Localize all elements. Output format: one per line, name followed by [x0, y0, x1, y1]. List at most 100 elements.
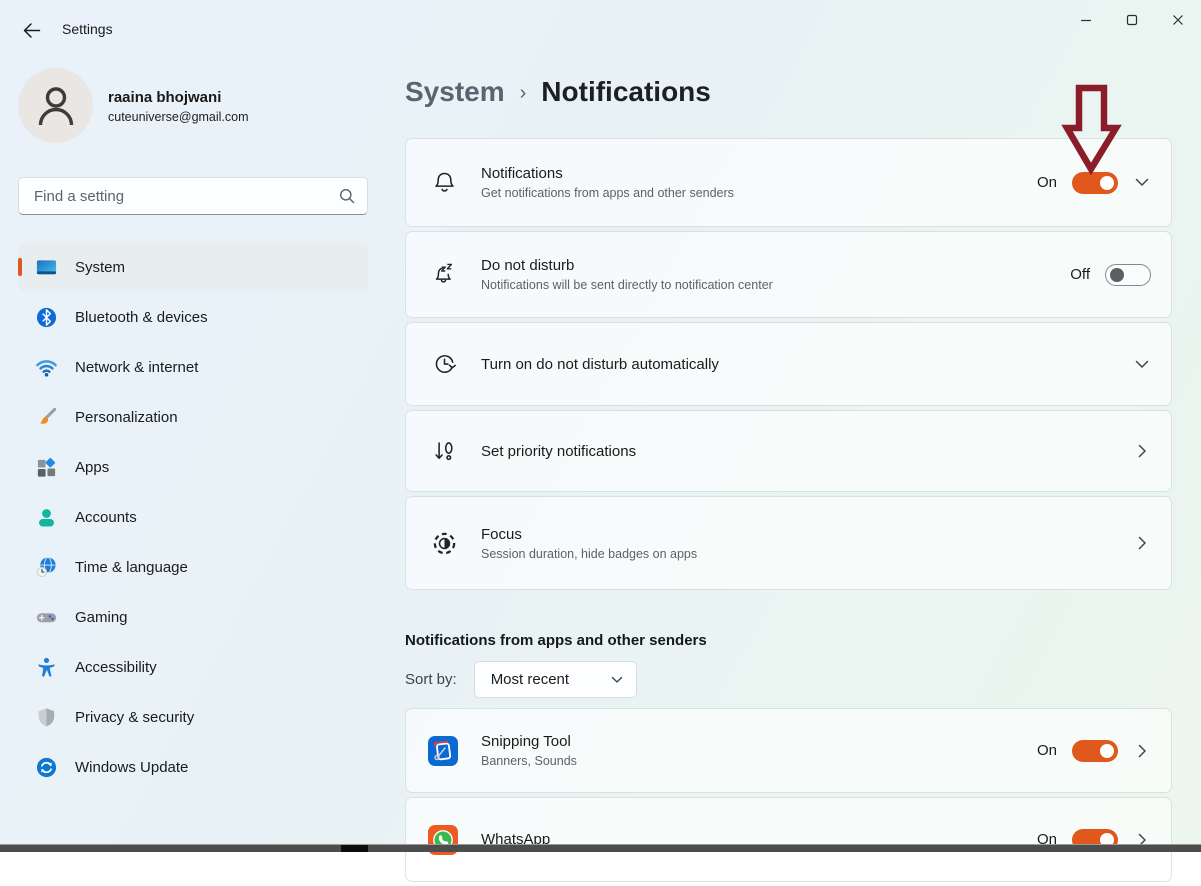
card-title: Focus — [481, 526, 697, 543]
card-title: Notifications — [481, 165, 734, 182]
card-priority-notifications[interactable]: Set priority notifications — [405, 410, 1172, 492]
app-subtitle: Banners, Sounds — [481, 754, 577, 768]
toggle-state-label: On — [1037, 174, 1057, 191]
sidebar-item-label: Accounts — [75, 509, 137, 526]
toggle-knob — [1100, 176, 1114, 190]
notifications-toggle[interactable] — [1072, 172, 1118, 194]
selected-accent-bar — [18, 258, 22, 276]
bell-sleep-icon — [430, 261, 458, 288]
sidebar-item-accounts[interactable]: Accounts — [18, 493, 368, 541]
bell-icon — [430, 169, 458, 196]
chevron-right-icon[interactable] — [1133, 444, 1151, 458]
card-focus[interactable]: Focus Session duration, hide badges on a… — [405, 496, 1172, 590]
time-language-icon — [34, 555, 58, 579]
close-icon — [1172, 14, 1184, 26]
priority-notifications-icon — [430, 438, 458, 465]
focus-icon — [430, 530, 458, 557]
sort-dropdown[interactable]: Most recent — [474, 661, 637, 698]
sidebar-item-bluetooth-devices[interactable]: Bluetooth & devices — [18, 293, 368, 341]
sidebar-item-label: Accessibility — [75, 659, 157, 676]
card-title: Do not disturb — [481, 257, 773, 274]
title-bar: Settings — [0, 0, 1201, 46]
sidebar-item-label: Apps — [75, 459, 109, 476]
chevron-right-icon[interactable] — [1133, 744, 1151, 758]
personalization-icon — [34, 405, 58, 429]
toggle-state-label: On — [1037, 742, 1057, 759]
window-controls — [1063, 0, 1201, 40]
person-icon — [36, 85, 76, 127]
toggle-state-label: Off — [1070, 266, 1090, 283]
snipping-tool-icon — [428, 736, 458, 766]
accounts-icon — [34, 505, 58, 529]
chevron-right-icon[interactable] — [1133, 536, 1151, 550]
app-title: Settings — [62, 21, 113, 37]
settings-window: Settings — [0, 0, 1201, 852]
card-subtitle: Get notifications from apps and other se… — [481, 186, 734, 200]
search-box[interactable] — [18, 177, 368, 215]
search-input[interactable] — [32, 187, 339, 206]
taskbar-sliver-block — [341, 845, 368, 852]
sidebar-item-gaming[interactable]: Gaming — [18, 593, 368, 641]
card-title: Turn on do not disturb automatically — [481, 356, 719, 373]
snipping-tool-toggle[interactable] — [1072, 740, 1118, 762]
profile-email: cuteuniverse@gmail.com — [108, 110, 249, 124]
taskbar-sliver — [0, 844, 1201, 852]
network-icon — [34, 355, 58, 379]
app-row-whatsapp[interactable]: WhatsApp On — [405, 797, 1172, 882]
toggle-knob — [1110, 268, 1124, 282]
accessibility-icon — [34, 655, 58, 679]
chevron-down-icon[interactable] — [1133, 178, 1151, 187]
back-button[interactable] — [18, 17, 44, 43]
sidebar-item-label: Bluetooth & devices — [75, 309, 208, 326]
sidebar-item-accessibility[interactable]: Accessibility — [18, 643, 368, 691]
card-do-not-disturb[interactable]: Do not disturb Notifications will be sen… — [405, 231, 1172, 318]
sidebar-item-time-language[interactable]: Time & language — [18, 543, 368, 591]
maximize-button[interactable] — [1109, 0, 1155, 40]
sidebar-item-privacy-security[interactable]: Privacy & security — [18, 693, 368, 741]
sidebar-item-label: Windows Update — [75, 759, 188, 776]
profile-name: raaina bhojwani — [108, 89, 221, 106]
app-row-snipping-tool[interactable]: Snipping Tool Banners, Sounds On — [405, 708, 1172, 793]
avatar[interactable] — [18, 68, 93, 143]
sidebar-item-label: Privacy & security — [75, 709, 194, 726]
maximize-icon — [1126, 14, 1138, 26]
sidebar-item-label: Gaming — [75, 609, 128, 626]
chevron-down-icon[interactable] — [1133, 360, 1151, 369]
sidebar-nav: System Bluetooth & devices Network & — [18, 243, 368, 793]
minimize-icon — [1080, 14, 1092, 26]
sidebar-item-apps[interactable]: Apps — [18, 443, 368, 491]
close-button[interactable] — [1155, 0, 1201, 40]
sort-dropdown-value: Most recent — [491, 671, 608, 688]
clock-history-icon — [430, 351, 458, 378]
apps-list: Snipping Tool Banners, Sounds On — [405, 708, 1172, 882]
privacy-icon — [34, 705, 58, 729]
sidebar-item-label: System — [75, 259, 125, 276]
windows-update-icon — [34, 755, 58, 779]
sidebar-item-personalization[interactable]: Personalization — [18, 393, 368, 441]
sidebar-item-label: Time & language — [75, 559, 188, 576]
minimize-button[interactable] — [1063, 0, 1109, 40]
toggle-knob — [1100, 744, 1114, 758]
sidebar-item-windows-update[interactable]: Windows Update — [18, 743, 368, 791]
card-notifications[interactable]: Notifications Get notifications from app… — [405, 138, 1172, 227]
do-not-disturb-toggle[interactable] — [1105, 264, 1151, 286]
gaming-icon — [34, 605, 58, 629]
sidebar-item-label: Network & internet — [75, 359, 198, 376]
sidebar-item-system[interactable]: System — [18, 243, 368, 291]
breadcrumb: System › Notifications — [405, 68, 1172, 116]
sort-by-label: Sort by: — [405, 671, 457, 688]
system-icon — [34, 255, 58, 279]
breadcrumb-parent[interactable]: System — [405, 76, 505, 108]
app-name: Snipping Tool — [481, 733, 577, 750]
card-subtitle: Notifications will be sent directly to n… — [481, 278, 773, 292]
sort-row: Sort by: Most recent — [405, 661, 1172, 698]
sidebar-item-network-internet[interactable]: Network & internet — [18, 343, 368, 391]
card-title: Set priority notifications — [481, 443, 636, 460]
user-profile: raaina bhojwani cuteuniverse@gmail.com — [18, 68, 378, 148]
card-dnd-automatic[interactable]: Turn on do not disturb automatically — [405, 322, 1172, 406]
search-icon — [339, 188, 355, 204]
page-title: Notifications — [541, 76, 711, 108]
main-content: System › Notifications Notifications Get… — [405, 68, 1172, 886]
apps-icon — [34, 455, 58, 479]
apps-section-header: Notifications from apps and other sender… — [405, 632, 1172, 649]
